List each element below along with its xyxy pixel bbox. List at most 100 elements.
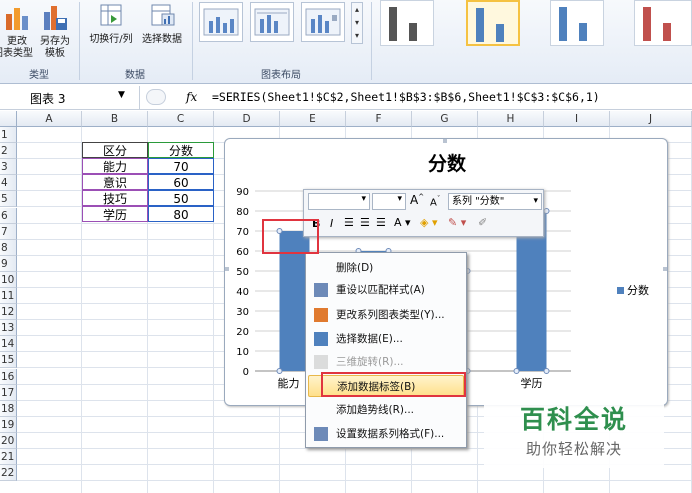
column-header-G[interactable]: G (412, 111, 478, 127)
align-left-icon[interactable]: ☰ (344, 216, 354, 229)
font-name-dropdown[interactable]: ▾ (308, 193, 370, 210)
chart-style-2-button[interactable] (466, 0, 520, 46)
row-header-13[interactable]: 13 (0, 320, 17, 337)
chart-element-dropdown[interactable]: 系列 "分数" ▾ (448, 193, 542, 210)
formula-input[interactable]: =SERIES(Sheet1!$C$2,Sheet1!$B$3:$B$6,She… (212, 90, 600, 104)
row-header-16[interactable]: 16 (0, 368, 17, 385)
fill-color-icon[interactable]: ◈ ▾ (420, 216, 437, 229)
row-header-17[interactable]: 17 (0, 384, 17, 401)
name-box[interactable]: 图表 3 ▼ (0, 86, 140, 109)
chart-style-3-button[interactable] (550, 0, 604, 46)
save-as-template-button[interactable]: 另存为 模板 (36, 2, 74, 60)
y-tick-label: 0 (243, 367, 249, 378)
bar-selection-handle[interactable] (513, 368, 520, 374)
outline-color-icon[interactable]: ✎ ▾ (448, 216, 466, 229)
change-type-label-2: 图表类型 (0, 48, 33, 59)
group-label-type: 类型 (29, 70, 49, 81)
chart-resize-handle[interactable] (225, 267, 229, 271)
row-header-5[interactable]: 5 (0, 191, 17, 208)
y-tick-label: 50 (236, 267, 249, 278)
row-header-11[interactable]: 11 (0, 288, 17, 304)
italic-icon[interactable]: I (330, 217, 333, 230)
context-menu-item-4[interactable]: 选择数据(E)... (308, 328, 464, 350)
chart-style-1-button[interactable] (380, 0, 434, 46)
chart-layout-3-button[interactable] (301, 2, 345, 42)
style-2-icon (476, 8, 504, 42)
row-header-19[interactable]: 19 (0, 416, 17, 433)
switch-row-column-button[interactable]: 切换行/列 (84, 2, 138, 46)
row-header-15[interactable]: 15 (0, 352, 17, 369)
table-header-cell[interactable]: 区分 (82, 142, 148, 158)
layout-gallery-scroll[interactable]: ▴ ▾ ▾ (351, 2, 363, 44)
context-menu-item-label: 添加趋势线(R)... (336, 404, 415, 416)
font-size-dropdown[interactable]: ▾ (372, 193, 406, 210)
chart-style-4-button[interactable] (634, 0, 692, 46)
formula-bar-grip[interactable] (146, 89, 166, 105)
shrink-font-icon[interactable]: Aˇ (430, 195, 440, 208)
insert-function-icon[interactable]: fx (186, 90, 197, 104)
x-category-label: 能力 (278, 376, 300, 390)
column-header-E[interactable]: E (280, 111, 346, 127)
format-painter-icon[interactable]: ✐ (478, 216, 487, 229)
table-cell[interactable]: 60 (148, 174, 214, 191)
legend[interactable]: 分数 (617, 282, 649, 298)
name-box-dropdown-icon[interactable]: ▼ (118, 90, 125, 100)
save-template-label-1: 另存为 (40, 36, 70, 47)
chart-resize-handle[interactable] (443, 139, 447, 143)
chart-resize-handle[interactable] (663, 267, 667, 271)
table-cell[interactable]: 意识 (82, 174, 148, 191)
align-right-icon[interactable]: ☰ (376, 216, 386, 229)
table-cell[interactable]: 学历 (82, 206, 148, 223)
switch-row-column-icon (100, 4, 122, 26)
grow-font-icon[interactable]: A^ (410, 193, 424, 207)
column-header-D[interactable]: D (214, 111, 280, 127)
column-header-C[interactable]: C (148, 111, 214, 127)
bar-selection-handle[interactable] (276, 368, 283, 374)
row-header-12[interactable]: 12 (0, 304, 17, 321)
row-header-10[interactable]: 10 (0, 271, 17, 288)
row-header-7[interactable]: 7 (0, 223, 17, 240)
column-header-A[interactable]: A (17, 111, 82, 127)
row-header-22[interactable]: 22 (0, 465, 17, 482)
row-header-4[interactable]: 4 (0, 175, 17, 192)
column-header-J[interactable]: J (610, 111, 692, 127)
table-cell[interactable]: 技巧 (82, 190, 148, 207)
group-separator (192, 2, 193, 80)
change-chart-type-button[interactable]: 更改 图表类型 (0, 2, 34, 60)
row-header-9[interactable]: 9 (0, 255, 17, 272)
table-cell[interactable]: 70 (148, 158, 214, 175)
layout-2-icon (254, 8, 290, 36)
column-header-H[interactable]: H (478, 111, 544, 127)
row-header-1[interactable]: 1 (0, 127, 17, 143)
row-header-2[interactable]: 2 (0, 143, 17, 160)
font-color-icon[interactable]: A ▾ (394, 216, 411, 229)
row-header-20[interactable]: 20 (0, 432, 17, 449)
align-center-icon[interactable]: ☰ (360, 216, 370, 229)
chart-layout-1-button[interactable] (199, 2, 243, 42)
row-header-14[interactable]: 14 (0, 336, 17, 353)
row-header-3[interactable]: 3 (0, 159, 17, 176)
chart-element-value: 系列 "分数" (452, 196, 505, 207)
select-all-corner[interactable] (0, 111, 17, 127)
row-header-6[interactable]: 6 (0, 207, 17, 224)
table-cell[interactable]: 80 (148, 206, 214, 223)
bar-selection-handle[interactable] (543, 368, 550, 374)
bar-selection-handle[interactable] (543, 208, 550, 214)
context-menu-item-8[interactable]: 设置数据系列格式(F)... (308, 423, 464, 445)
row-header-18[interactable]: 18 (0, 400, 17, 417)
context-menu-item-3[interactable]: 更改系列图表类型(Y)... (308, 304, 464, 326)
column-header-I[interactable]: I (544, 111, 610, 127)
chart-layout-2-button[interactable] (250, 2, 294, 42)
column-header-B[interactable]: B (82, 111, 148, 127)
column-header-F[interactable]: F (346, 111, 412, 127)
table-cell[interactable]: 50 (148, 190, 214, 207)
row-header-21[interactable]: 21 (0, 449, 17, 465)
context-menu-item-1[interactable]: 删除(D) (308, 257, 464, 279)
highlight-box-data-point (262, 219, 319, 254)
table-header-cell[interactable]: 分数 (148, 142, 214, 158)
context-menu-item-2[interactable]: 重设以匹配样式(A) (308, 279, 464, 301)
context-menu-item-7[interactable]: 添加趋势线(R)... (308, 399, 464, 421)
select-data-button[interactable]: 选择数据 (138, 2, 186, 46)
table-cell[interactable]: 能力 (82, 158, 148, 175)
row-header-8[interactable]: 8 (0, 239, 17, 256)
